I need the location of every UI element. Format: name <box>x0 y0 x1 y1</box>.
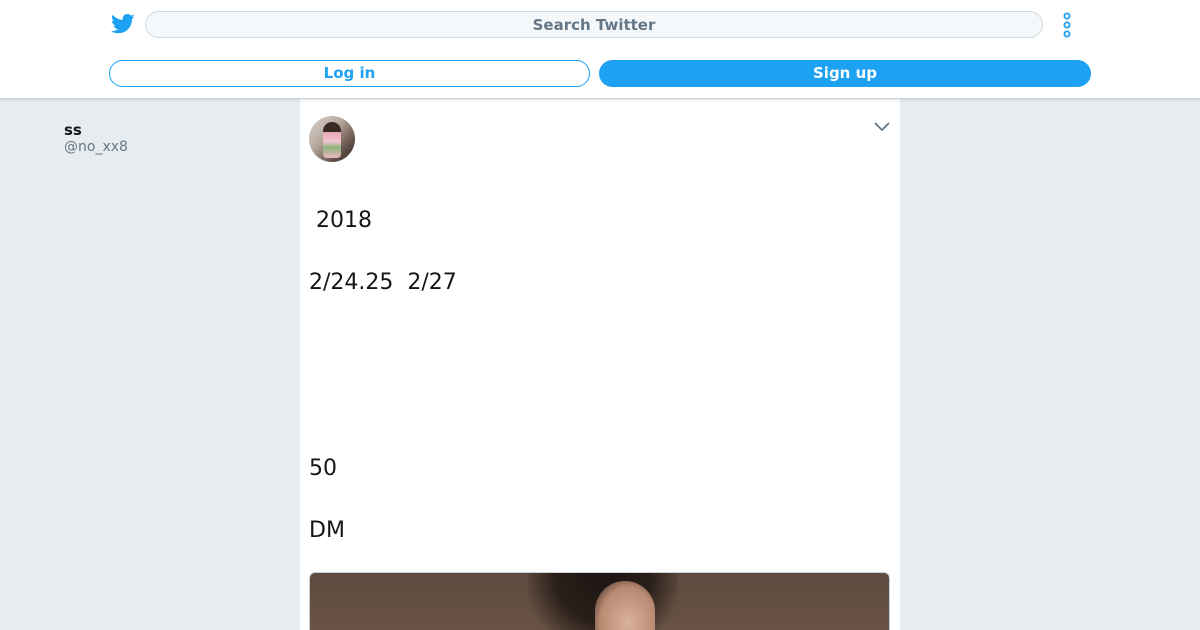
tweet-text-line: 50 <box>309 456 337 481</box>
tweet-text-line: 2018 <box>309 208 372 233</box>
login-button[interactable]: Log in <box>109 60 590 87</box>
top-navigation-bar: Log in Sign up <box>0 0 1200 99</box>
twitter-bird-icon[interactable] <box>111 13 135 35</box>
tweet-text-line: DM <box>309 518 345 543</box>
author-name[interactable]: ss <box>64 121 82 139</box>
vertical-dots-icon[interactable] <box>1060 12 1074 38</box>
tweet-card: 2018 2/24.25 2/27 50 DM <box>300 98 900 630</box>
signup-button[interactable]: Sign up <box>599 60 1091 87</box>
avatar[interactable] <box>309 116 355 162</box>
author-handle[interactable]: @no_xx8 <box>64 139 128 155</box>
tweet-photo[interactable] <box>309 572 890 630</box>
search-input[interactable] <box>145 11 1043 38</box>
chevron-down-icon[interactable] <box>874 122 890 132</box>
tweet-text-line: 2/24.25 2/27 <box>309 270 457 295</box>
avatar-figure <box>323 122 341 158</box>
